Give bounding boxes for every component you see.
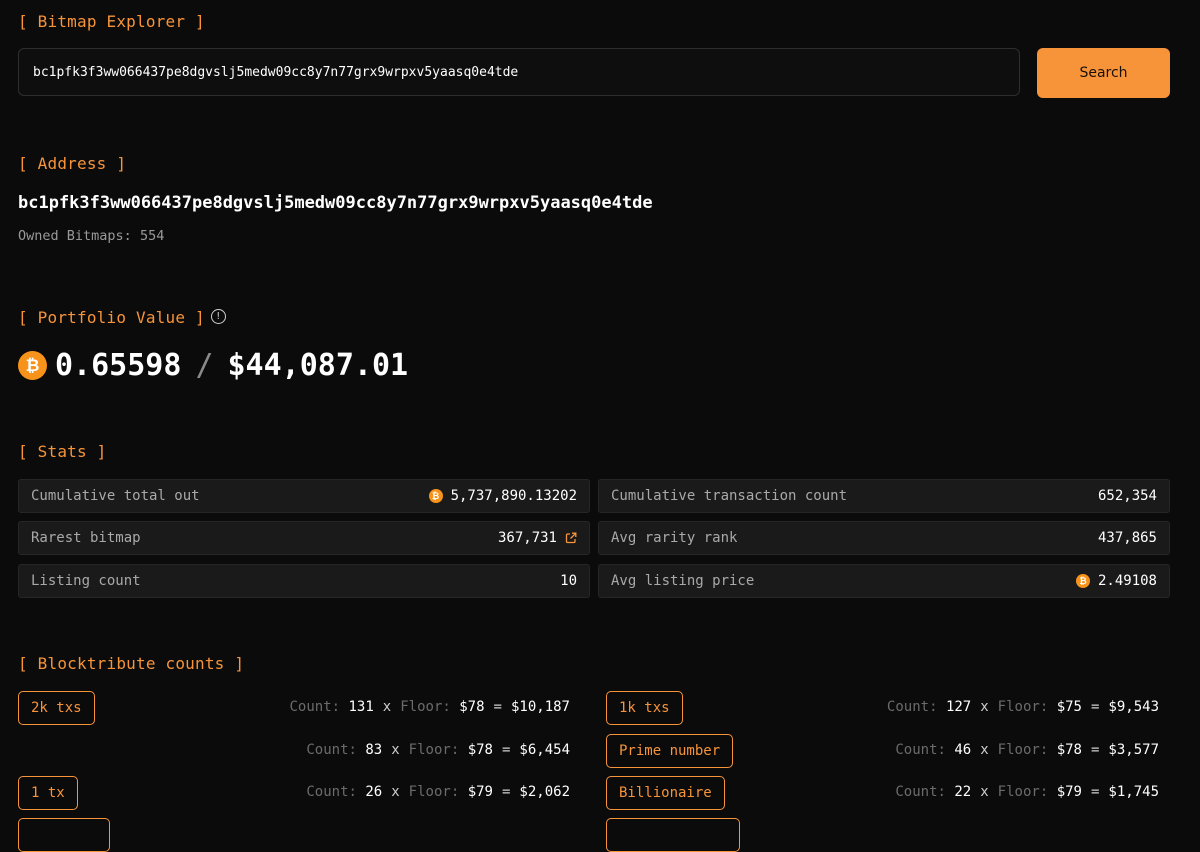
address-value: bc1pfk3f3ww066437pe8dgvslj5medw09cc8y7n7… [18,193,653,213]
stat-rarest-bitmap: Rarest bitmap 367,731 [18,521,590,555]
stat-value: 10 [560,573,577,589]
stat-label: Rarest bitmap [31,530,141,546]
stat-label: Listing count [31,573,141,589]
stats-title: [ Stats ] [18,442,107,461]
bitcoin-icon: ₿ [1075,574,1090,588]
stat-value: 652,354 [1097,488,1157,504]
badge-1k-txs[interactable]: 1k txs [606,691,683,725]
stat-cumulative-total-out: Cumulative total out ₿ 5,737,890.13202 [18,479,590,513]
stat-label: Avg rarity rank [611,530,738,546]
explorer-title: [ Bitmap Explorer ] [18,12,205,31]
stat-value: 2.49108 [1097,573,1157,589]
blocktribute-calc: Count: 26 x Floor: $79 = $2,062 [306,784,570,800]
blocktribute-calc: Count: 22 x Floor: $79 = $1,745 [895,784,1159,800]
address-title: [ Address ] [18,154,127,173]
stat-value: 5,737,890.13202 [450,488,577,504]
stat-listing-count: Listing count 10 [18,564,590,598]
badge-partial[interactable] [606,818,740,852]
stat-avg-listing-price: Avg listing price ₿ 2.49108 [598,564,1170,598]
external-link-icon[interactable] [565,532,577,544]
owned-bitmaps: Owned Bitmaps: 554 [18,228,164,244]
blocktribute-calc: Count: 131 x Floor: $78 = $10,187 [289,699,570,715]
portfolio-title-row: [ Portfolio Value ]! [18,308,226,327]
stat-label: Avg listing price [611,573,755,589]
blocktribute-title: [ Blocktribute counts ] [18,654,245,673]
portfolio-title: [ Portfolio Value ] [18,308,205,327]
blocktribute-calc: Count: 46 x Floor: $78 = $3,577 [895,742,1159,758]
search-input[interactable]: bc1pfk3f3ww066437pe8dgvslj5medw09cc8y7n7… [18,48,1020,96]
stat-label: Cumulative transaction count [611,488,848,504]
owned-bitmaps-label: Owned Bitmaps: [18,228,132,244]
stat-avg-rarity-rank: Avg rarity rank 437,865 [598,521,1170,555]
portfolio-separator: / [195,348,214,383]
stat-value[interactable]: 367,731 [498,530,557,546]
stat-value: 437,865 [1097,530,1157,546]
portfolio-btc-value: 0.65598 [55,348,182,383]
bitcoin-icon: ₿ [428,489,443,503]
portfolio-usd-value: $44,087.01 [227,348,409,383]
badge-partial[interactable] [18,818,110,852]
blocktribute-calc: Count: 127 x Floor: $75 = $9,543 [886,699,1159,715]
bitcoin-icon: ₿ [18,351,47,380]
badge-prime-number[interactable]: Prime number [606,734,734,768]
badge-2k-txs[interactable]: 2k txs [18,691,95,725]
search-input-value: bc1pfk3f3ww066437pe8dgvslj5medw09cc8y7n7… [33,64,519,80]
blocktribute-calc: Count: 83 x Floor: $78 = $6,454 [306,742,570,758]
portfolio-value: ₿ 0.65598 / $44,087.01 [18,348,408,383]
owned-bitmaps-count: 554 [139,228,165,244]
stat-cumulative-transaction-count: Cumulative transaction count 652,354 [598,479,1170,513]
badge-billionaire[interactable]: Billionaire [606,776,725,810]
search-button[interactable]: Search [1037,48,1170,98]
info-icon[interactable]: ! [210,309,226,324]
badge-1-tx[interactable]: 1 tx [18,776,78,810]
stat-label: Cumulative total out [31,488,200,504]
